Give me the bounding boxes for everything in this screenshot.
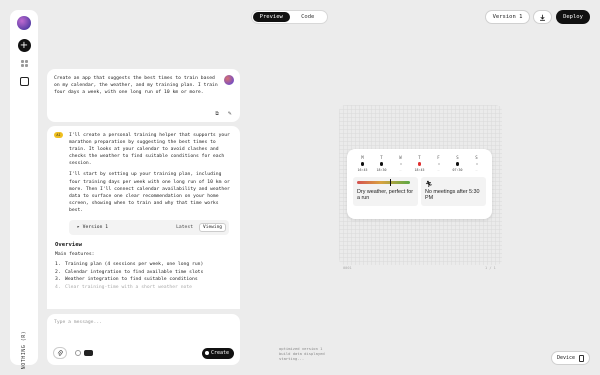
session-dot-icon bbox=[475, 163, 478, 165]
user-message-text: Create an app that suggests the best tim… bbox=[54, 76, 218, 96]
preview-footer-left: 0001 bbox=[343, 266, 352, 270]
mode-option-icon[interactable] bbox=[75, 350, 81, 356]
training-widget: M T W T F S S 16:45 18:30—18:45—07:30— Dry weath… bbox=[347, 149, 492, 219]
session-dot-icon bbox=[455, 162, 460, 166]
user-message: Create an app that suggests the best tim… bbox=[47, 69, 240, 122]
create-button[interactable]: Create bbox=[201, 347, 234, 359]
scroll-fade bbox=[47, 295, 240, 309]
day-session-dot bbox=[372, 160, 391, 168]
device-icon bbox=[579, 354, 585, 362]
message-actions: ⧉ ✎ bbox=[215, 111, 232, 117]
features-heading: Main features: bbox=[55, 252, 95, 258]
day-session-dot bbox=[410, 160, 429, 168]
assistant-paragraph: I'll start by setting up your training p… bbox=[69, 172, 230, 213]
day-time: — bbox=[399, 168, 402, 172]
tab-preview[interactable]: Preview bbox=[253, 12, 290, 22]
download-button[interactable] bbox=[533, 10, 552, 24]
week-row: M T W T F S S 16:45 18:30—18:45—07:30— bbox=[353, 155, 486, 172]
avatar[interactable] bbox=[17, 16, 31, 30]
day-session-dot bbox=[448, 160, 467, 168]
feature-list: 1. Training plan (4 sessions per week, on… bbox=[55, 261, 233, 291]
preview-footer-right: 1 / 1 bbox=[485, 266, 496, 270]
version-latest-label: Latest bbox=[176, 225, 194, 231]
viewing-badge: Viewing bbox=[199, 223, 226, 233]
calendar-text: No meetings after 5:30 PM bbox=[425, 189, 480, 202]
attach-button[interactable] bbox=[53, 347, 67, 359]
day-session-dot bbox=[429, 160, 448, 168]
day-session-dot bbox=[467, 160, 486, 168]
message-input[interactable]: Type a message... bbox=[54, 320, 233, 325]
version-card[interactable]: ▸ Version 1 Latest Viewing bbox=[69, 220, 229, 236]
preview-code-toggle: Preview Code bbox=[251, 10, 328, 24]
deploy-log: optimized version 1 build data displayed… bbox=[279, 346, 325, 361]
list-item: 1. Training plan (4 sessions per week, on… bbox=[55, 262, 204, 268]
create-icon bbox=[204, 351, 209, 355]
device-button[interactable]: Device bbox=[551, 351, 590, 365]
session-dot-icon bbox=[360, 162, 365, 166]
download-icon bbox=[540, 14, 545, 21]
assistant-paragraph: I'll create a personal training helper t… bbox=[69, 133, 230, 167]
runner-icon: 🏃︎ bbox=[425, 181, 433, 188]
brand-label: NOTHING (R) bbox=[21, 330, 27, 370]
copy-icon[interactable]: ⧉ bbox=[215, 111, 219, 117]
calendar-tile: 🏃︎ No meetings after 5:30 PM bbox=[421, 177, 486, 206]
list-item: 3. Weather integration to find suitable c… bbox=[55, 277, 198, 283]
session-dot-icon bbox=[399, 163, 402, 165]
edit-icon[interactable]: ✎ bbox=[228, 111, 232, 117]
tab-code[interactable]: Code bbox=[290, 12, 327, 22]
assistant-badge: AI bbox=[54, 132, 63, 138]
mode-option-icon[interactable] bbox=[84, 350, 93, 356]
version-card-label: ▸ Version 1 bbox=[77, 225, 109, 231]
session-dot-icon bbox=[437, 163, 440, 165]
message-composer[interactable]: Type a message... Create bbox=[47, 314, 240, 365]
session-dot-icon bbox=[417, 162, 422, 166]
deploy-log-line: starting... bbox=[279, 356, 305, 361]
mode-toggle[interactable] bbox=[75, 350, 93, 356]
day-time: 18:45 bbox=[414, 168, 425, 172]
user-avatar bbox=[224, 75, 234, 85]
deploy-button[interactable]: Deploy bbox=[556, 10, 590, 24]
day-time: — bbox=[437, 168, 440, 172]
day-time: 18:30 bbox=[376, 168, 387, 172]
day-time: 07:30 bbox=[452, 168, 463, 172]
day-session-dot bbox=[353, 160, 372, 168]
day-time: — bbox=[475, 168, 478, 172]
session-dot-icon bbox=[379, 162, 384, 166]
grid-icon[interactable] bbox=[20, 60, 28, 67]
weather-marker bbox=[389, 179, 392, 186]
square-icon[interactable] bbox=[19, 77, 29, 86]
list-item: 4. Clear training-time with a short weath… bbox=[55, 284, 192, 290]
paperclip-icon bbox=[57, 349, 63, 356]
weather-tile: Dry weather, perfect for a run bbox=[353, 177, 418, 206]
day-session-dot bbox=[391, 160, 410, 168]
list-item: 2. Calendar integration to find available… bbox=[55, 269, 204, 275]
plus-icon[interactable]: + bbox=[17, 39, 31, 52]
assistant-message: AI I'll create a personal training helpe… bbox=[47, 126, 240, 309]
left-rail: + NOTHING (R) bbox=[10, 10, 38, 369]
weather-text: Dry weather, perfect for a run bbox=[357, 189, 414, 202]
version-button[interactable]: Version 1 bbox=[485, 10, 530, 24]
overview-heading: Overview bbox=[55, 242, 82, 249]
day-time: 16:45 bbox=[357, 168, 368, 172]
weather-bar bbox=[357, 179, 410, 186]
